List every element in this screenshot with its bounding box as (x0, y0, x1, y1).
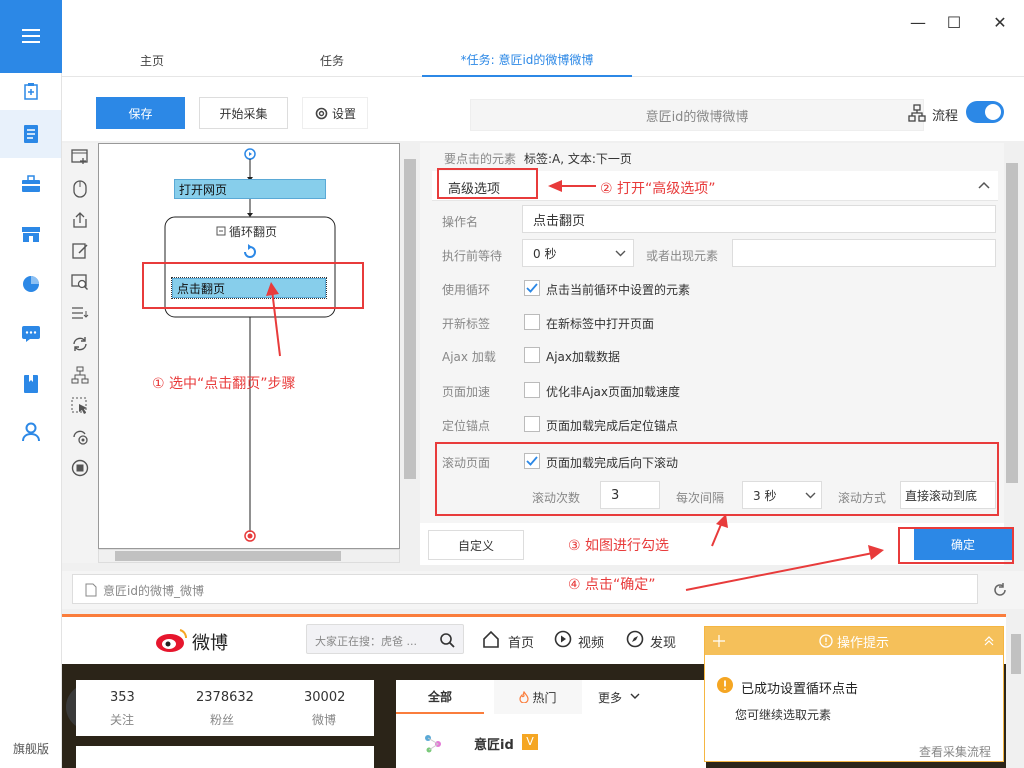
annotation-4: ④ 点击“确定” (568, 577, 656, 593)
annotation-3: ③ 如图进行勾选 (568, 538, 670, 554)
annotation-2: ② 打开“高级选项” (600, 181, 716, 197)
app-window: 旗舰版 — ☐ ✕ 主页 任务 *任务: 意匠id的微博微博 保存 开始采集 设… (0, 0, 1024, 768)
annotation-1: ① 选中“点击翻页”步骤 (152, 376, 296, 392)
